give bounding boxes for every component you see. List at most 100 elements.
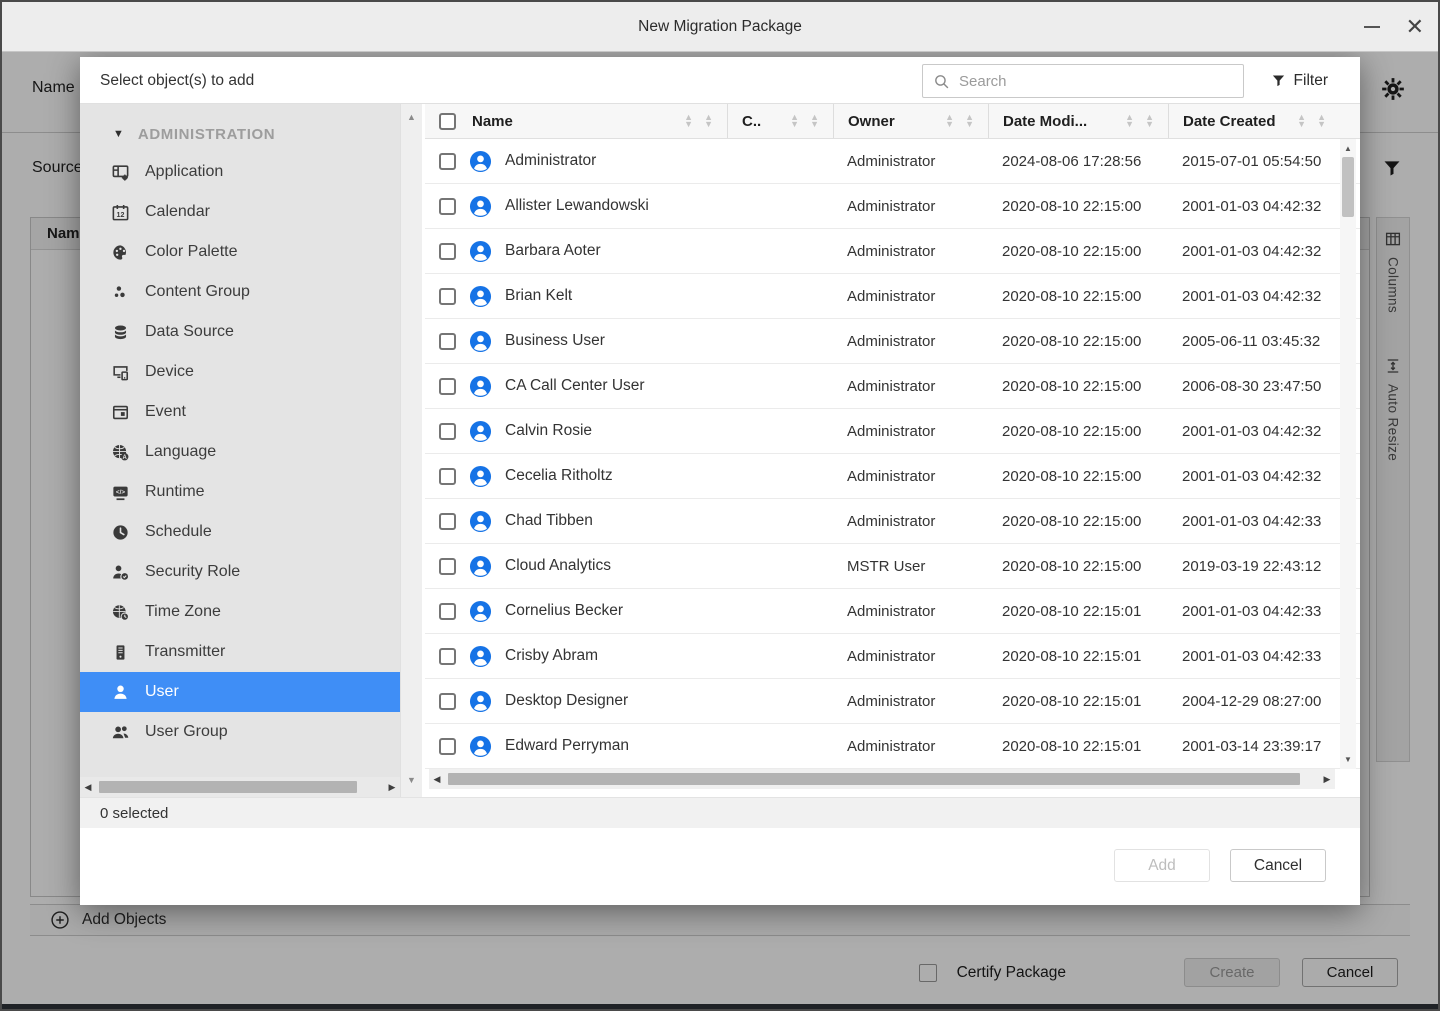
row-date-created: 2001-01-03 04:42:33 bbox=[1168, 499, 1340, 543]
user-group-icon bbox=[111, 723, 130, 742]
scroll-down-icon[interactable]: ▼ bbox=[1340, 755, 1356, 764]
scroll-left-icon[interactable]: ◀ bbox=[80, 782, 96, 793]
table-horizontal-scrollbar[interactable]: ◀ ▶ bbox=[429, 769, 1335, 789]
sort-controls[interactable]: ▲▼▲▼ bbox=[1125, 114, 1158, 129]
sort-controls[interactable]: ▲▼▲▼ bbox=[945, 114, 978, 129]
row-checkbox[interactable] bbox=[439, 738, 456, 755]
row-owner: Administrator bbox=[833, 229, 988, 273]
table-row[interactable]: Cecelia Ritholtz Administrator 2020-08-1… bbox=[425, 454, 1360, 499]
table-row[interactable]: Business User Administrator 2020-08-10 2… bbox=[425, 319, 1360, 364]
table-row[interactable]: Cloud Analytics MSTR User 2020-08-10 22:… bbox=[425, 544, 1360, 589]
row-checkbox[interactable] bbox=[439, 198, 456, 215]
row-owner: Administrator bbox=[833, 184, 988, 228]
close-icon[interactable]: ✕ bbox=[1406, 17, 1424, 37]
scroll-left-icon[interactable]: ◀ bbox=[429, 774, 445, 785]
add-button[interactable]: Add bbox=[1114, 849, 1210, 882]
user-avatar-icon bbox=[469, 420, 492, 443]
table-vertical-scrollbar[interactable]: ▲ ▼ bbox=[1340, 139, 1356, 769]
table-row[interactable]: Allister Lewandowski Administrator 2020-… bbox=[425, 184, 1360, 229]
table-row[interactable]: Crisby Abram Administrator 2020-08-10 22… bbox=[425, 634, 1360, 679]
object-type-sidebar: ▼ ADMINISTRATION Application 12 Calendar bbox=[80, 104, 400, 797]
sidebar-item-label: Content Group bbox=[145, 283, 250, 301]
table-row[interactable]: Administrator Administrator 2024-08-06 1… bbox=[425, 139, 1360, 184]
row-certified bbox=[727, 679, 833, 723]
table-row[interactable]: Edward Perryman Administrator 2020-08-10… bbox=[425, 724, 1360, 769]
row-checkbox[interactable] bbox=[439, 693, 456, 710]
row-checkbox[interactable] bbox=[439, 378, 456, 395]
row-date-created: 2001-01-03 04:42:32 bbox=[1168, 409, 1340, 453]
scrollbar-thumb[interactable] bbox=[448, 773, 1300, 785]
cancel-button[interactable]: Cancel bbox=[1230, 849, 1326, 882]
sidebar-item[interactable]: Application bbox=[80, 152, 400, 192]
scroll-right-icon[interactable]: ▶ bbox=[1319, 774, 1335, 785]
row-date-modified: 2020-08-10 22:15:00 bbox=[988, 544, 1168, 588]
row-certified bbox=[727, 184, 833, 228]
sidebar-item[interactable]: </> Runtime bbox=[80, 472, 400, 512]
sidebar-item[interactable]: User bbox=[80, 672, 400, 712]
row-certified bbox=[727, 544, 833, 588]
row-checkbox[interactable] bbox=[439, 558, 456, 575]
select-all-checkbox[interactable] bbox=[439, 113, 456, 130]
sidebar-item[interactable]: Security Role bbox=[80, 552, 400, 592]
sidebar-vertical-scrollbar[interactable]: ▲ ▼ bbox=[400, 104, 422, 797]
table-row[interactable]: CA Call Center User Administrator 2020-0… bbox=[425, 364, 1360, 409]
sidebar-item-label: User Group bbox=[145, 723, 228, 741]
row-checkbox[interactable] bbox=[439, 243, 456, 260]
application-window: New Migration Package ✕ Name Source Name bbox=[0, 0, 1440, 1011]
sidebar-item[interactable]: Schedule bbox=[80, 512, 400, 552]
sort-controls[interactable]: ▲▼▲▼ bbox=[684, 114, 717, 129]
sidebar-horizontal-scrollbar[interactable]: ◀ ▶ bbox=[80, 777, 400, 797]
sidebar-item[interactable]: Color Palette bbox=[80, 232, 400, 272]
transmitter-icon bbox=[111, 643, 130, 662]
sidebar-item-label: Schedule bbox=[145, 523, 212, 541]
row-checkbox[interactable] bbox=[439, 333, 456, 350]
row-checkbox[interactable] bbox=[439, 423, 456, 440]
sidebar-item[interactable]: Event bbox=[80, 392, 400, 432]
row-owner: Administrator bbox=[833, 634, 988, 678]
scrollbar-thumb[interactable] bbox=[99, 781, 357, 793]
scrollbar-thumb[interactable] bbox=[1342, 157, 1354, 217]
search-box[interactable] bbox=[922, 64, 1244, 98]
scroll-down-icon[interactable]: ▼ bbox=[401, 775, 422, 785]
row-owner: Administrator bbox=[833, 679, 988, 723]
table-row[interactable]: Desktop Designer Administrator 2020-08-1… bbox=[425, 679, 1360, 724]
scroll-up-icon[interactable]: ▲ bbox=[401, 112, 422, 122]
sidebar-item[interactable]: User Group bbox=[80, 712, 400, 752]
sidebar-item[interactable]: 12 Calendar bbox=[80, 192, 400, 232]
sidebar-item[interactable]: Device bbox=[80, 352, 400, 392]
table-row[interactable]: Calvin Rosie Administrator 2020-08-10 22… bbox=[425, 409, 1360, 454]
table-row[interactable]: Chad Tibben Administrator 2020-08-10 22:… bbox=[425, 499, 1360, 544]
minimize-icon[interactable] bbox=[1364, 26, 1380, 28]
row-checkbox[interactable] bbox=[439, 288, 456, 305]
user-avatar-icon bbox=[469, 195, 492, 218]
user-avatar-icon bbox=[469, 510, 492, 533]
sidebar-item[interactable]: Content Group bbox=[80, 272, 400, 312]
row-checkbox[interactable] bbox=[439, 468, 456, 485]
dialog-title: Select object(s) to add bbox=[100, 57, 254, 104]
schedule-icon bbox=[111, 523, 130, 542]
row-date-created: 2001-01-03 04:42:32 bbox=[1168, 184, 1340, 228]
scroll-up-icon[interactable]: ▲ bbox=[1340, 144, 1356, 153]
row-checkbox[interactable] bbox=[439, 603, 456, 620]
table-row[interactable]: Barbara Aoter Administrator 2020-08-10 2… bbox=[425, 229, 1360, 274]
sort-controls[interactable]: ▲▼▲▼ bbox=[790, 114, 823, 129]
application-icon bbox=[111, 163, 130, 182]
search-input[interactable] bbox=[959, 73, 1233, 90]
sidebar-section-label: ADMINISTRATION bbox=[138, 126, 275, 143]
row-checkbox[interactable] bbox=[439, 513, 456, 530]
sort-controls[interactable]: ▲▼▲▼ bbox=[1297, 114, 1330, 129]
sidebar-item[interactable]: A Language bbox=[80, 432, 400, 472]
sidebar-section-administration[interactable]: ▼ ADMINISTRATION bbox=[80, 116, 400, 152]
row-date-modified: 2020-08-10 22:15:00 bbox=[988, 499, 1168, 543]
data-source-icon bbox=[111, 323, 130, 342]
sidebar-item[interactable]: Time Zone bbox=[80, 592, 400, 632]
table-row[interactable]: Brian Kelt Administrator 2020-08-10 22:1… bbox=[425, 274, 1360, 319]
filter-button[interactable]: Filter bbox=[1271, 57, 1328, 104]
table-row[interactable]: Cornelius Becker Administrator 2020-08-1… bbox=[425, 589, 1360, 634]
sidebar-item[interactable]: Transmitter bbox=[80, 632, 400, 672]
scroll-right-icon[interactable]: ▶ bbox=[384, 782, 400, 793]
row-checkbox[interactable] bbox=[439, 153, 456, 170]
security-role-icon bbox=[111, 563, 130, 582]
sidebar-item[interactable]: Data Source bbox=[80, 312, 400, 352]
row-checkbox[interactable] bbox=[439, 648, 456, 665]
